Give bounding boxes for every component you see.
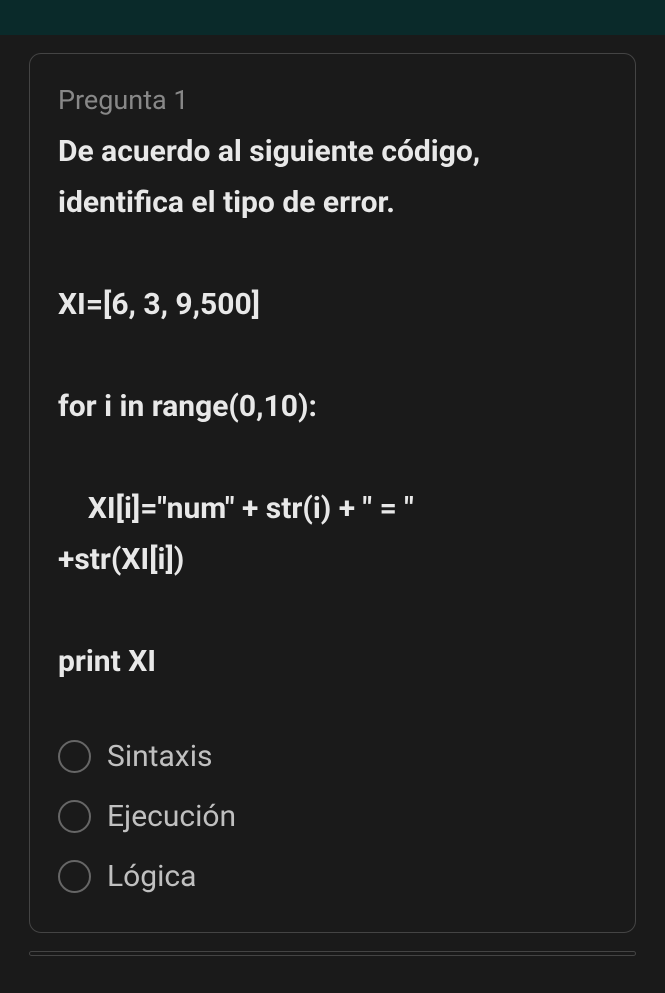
code-line-4: print XI (58, 636, 607, 687)
option-label: Sintaxis (107, 739, 212, 774)
radio-button[interactable] (58, 800, 91, 833)
code-line-3a: XI[i]="num" + str(i) + " = " (58, 483, 607, 534)
radio-button[interactable] (58, 740, 91, 773)
question-text: De acuerdo al siguiente código, identifi… (58, 126, 607, 687)
option-row-logica[interactable]: Lógica (58, 859, 607, 894)
top-bar (0, 0, 665, 35)
option-label: Ejecución (107, 799, 236, 834)
option-row-sintaxis[interactable]: Sintaxis (58, 739, 607, 774)
option-row-ejecucion[interactable]: Ejecución (58, 799, 607, 834)
code-line-2: for i in range(0,10): (58, 381, 607, 432)
options-container: Sintaxis Ejecución Lógica (58, 739, 607, 894)
option-label: Lógica (107, 859, 196, 894)
code-line-1: XI=[6, 3, 9,500] (58, 279, 607, 330)
question-prompt: De acuerdo al siguiente código, identifi… (58, 126, 607, 228)
radio-button[interactable] (58, 860, 91, 893)
question-card: Pregunta 1 De acuerdo al siguiente códig… (29, 53, 636, 933)
next-card-top-edge (29, 951, 636, 956)
content-area: Pregunta 1 De acuerdo al siguiente códig… (0, 35, 665, 956)
question-number-label: Pregunta 1 (58, 84, 607, 116)
code-line-3b: +str(XI[i]) (58, 534, 607, 585)
